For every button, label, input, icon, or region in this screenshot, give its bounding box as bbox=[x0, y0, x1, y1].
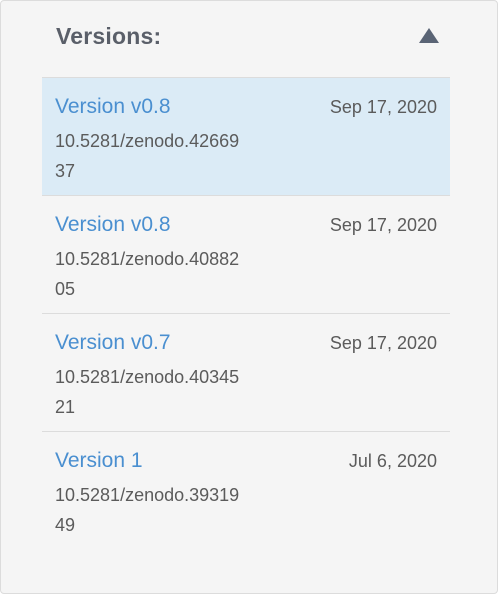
triangle-up-icon[interactable] bbox=[419, 28, 439, 43]
version-item[interactable]: Version v0.8 Sep 17, 2020 10.5281/zenodo… bbox=[42, 78, 450, 196]
version-date: Sep 17, 2020 bbox=[329, 97, 437, 117]
version-date: Sep 17, 2020 bbox=[329, 333, 437, 353]
version-item[interactable]: Version v0.8 Sep 17, 2020 10.5281/zenodo… bbox=[42, 196, 450, 314]
versions-title: Versions: bbox=[56, 23, 162, 49]
version-date: Sep 17, 2020 bbox=[329, 215, 437, 235]
version-doi: 10.5281/zenodo.4266937 bbox=[55, 131, 240, 181]
version-doi: 10.5281/zenodo.4088205 bbox=[55, 249, 240, 299]
version-link[interactable]: Version v0.8 bbox=[55, 93, 171, 121]
version-link[interactable]: Version v0.7 bbox=[55, 329, 171, 357]
version-link[interactable]: Version v0.8 bbox=[55, 211, 171, 239]
versions-list: Version v0.8 Sep 17, 2020 10.5281/zenodo… bbox=[42, 77, 450, 550]
version-date: Jul 6, 2020 bbox=[348, 451, 437, 471]
version-item[interactable]: Version 1 Jul 6, 2020 10.5281/zenodo.393… bbox=[42, 432, 450, 550]
version-link[interactable]: Version 1 bbox=[55, 447, 143, 475]
version-doi: 10.5281/zenodo.4034521 bbox=[55, 367, 240, 417]
version-doi: 10.5281/zenodo.3931949 bbox=[55, 485, 240, 535]
versions-panel: Versions: Version v0.8 Sep 17, 2020 10.5… bbox=[0, 0, 498, 594]
versions-header: Versions: bbox=[56, 21, 441, 53]
version-item[interactable]: Version v0.7 Sep 17, 2020 10.5281/zenodo… bbox=[42, 314, 450, 432]
